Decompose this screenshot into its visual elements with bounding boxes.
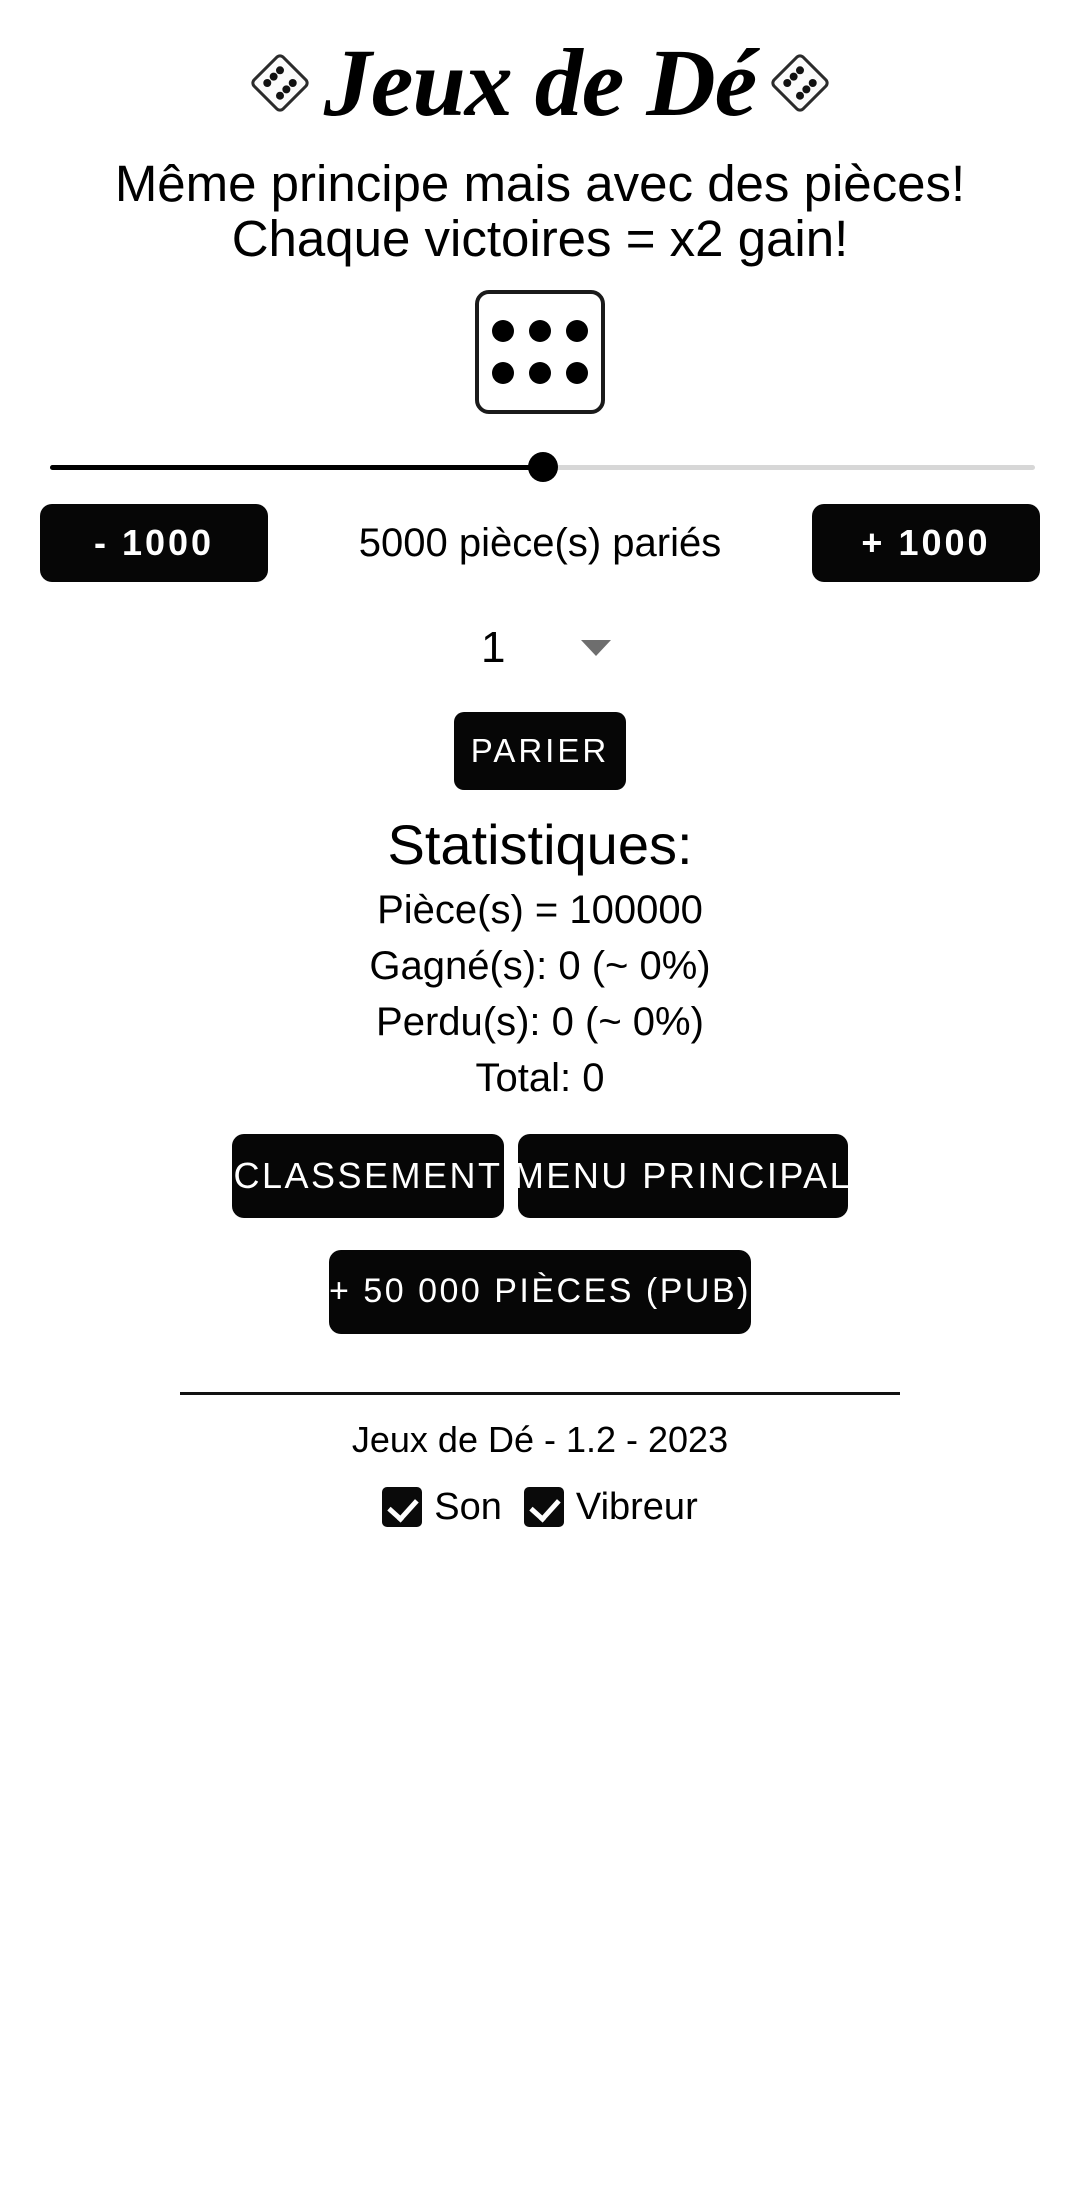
vibration-toggle-label: Vibreur bbox=[575, 1485, 698, 1528]
checkbox-checked-icon[interactable] bbox=[382, 1486, 423, 1527]
dice-pip bbox=[566, 362, 588, 385]
stat-wins: Gagné(s): 0 (~ 0%) bbox=[369, 943, 711, 988]
dice-pip bbox=[566, 320, 588, 343]
stat-losses: Perdu(s): 0 (~ 0%) bbox=[376, 999, 704, 1044]
slider-thumb[interactable] bbox=[528, 452, 558, 483]
dice-pip-row-top bbox=[492, 320, 588, 343]
version-label: Jeux de Dé - 1.2 - 2023 bbox=[351, 1418, 729, 1460]
footer-divider bbox=[180, 1391, 900, 1395]
dice-icon-right bbox=[769, 51, 832, 115]
dropdown-selected-value: 1 bbox=[481, 623, 506, 673]
page-title: Jeux de Dé bbox=[323, 29, 758, 136]
dice-icon-left bbox=[248, 51, 311, 115]
dice-choice-dropdown[interactable]: 1 bbox=[465, 620, 615, 676]
dice-pip bbox=[492, 362, 514, 385]
stat-total: Total: 0 bbox=[475, 1055, 605, 1100]
stat-coins: Pièce(s) = 100000 bbox=[377, 887, 703, 932]
dice-pip bbox=[492, 320, 514, 343]
vibration-toggle[interactable]: Vibreur bbox=[523, 1485, 698, 1528]
stats-title: Statistiques: bbox=[387, 813, 693, 877]
dice-pip bbox=[529, 362, 551, 385]
ranking-button[interactable]: CLASSEMENT bbox=[232, 1133, 504, 1218]
decrease-bet-button[interactable]: - 1000 bbox=[40, 504, 268, 583]
app-screen: Jeux de Dé Même principe mais avec des p… bbox=[0, 0, 1080, 2186]
dice-pip bbox=[529, 320, 551, 343]
main-menu-button[interactable]: MENU PRINCIPAL bbox=[514, 1133, 850, 1218]
increase-bet-button[interactable]: + 1000 bbox=[811, 504, 1040, 583]
dice-face-display bbox=[475, 290, 605, 415]
bet-amount-label: 5000 pièce(s) pariés bbox=[358, 520, 722, 565]
chevron-down-icon[interactable] bbox=[581, 640, 611, 657]
sound-toggle-label: Son bbox=[434, 1485, 502, 1528]
nav-buttons-row: CLASSEMENT MENU PRINCIPAL bbox=[232, 1133, 850, 1218]
bet-controls-row: - 1000 5000 pièce(s) pariés + 1000 bbox=[40, 504, 1040, 583]
settings-toggles-row: Son Vibreur bbox=[382, 1485, 698, 1528]
title-row: Jeux de Dé bbox=[0, 24, 1080, 142]
dice-pip-row-bottom bbox=[492, 362, 588, 385]
checkbox-checked-icon[interactable] bbox=[523, 1486, 564, 1527]
sound-toggle[interactable]: Son bbox=[382, 1485, 502, 1528]
page-subtitle: Même principe mais avec des pièces! Chaq… bbox=[114, 155, 966, 268]
ad-reward-button[interactable]: + 50 000 PIÈCES (PUB) bbox=[329, 1249, 751, 1334]
bet-slider[interactable] bbox=[0, 446, 1080, 488]
slider-fill bbox=[50, 465, 543, 471]
place-bet-button[interactable]: PARIER bbox=[454, 712, 626, 791]
